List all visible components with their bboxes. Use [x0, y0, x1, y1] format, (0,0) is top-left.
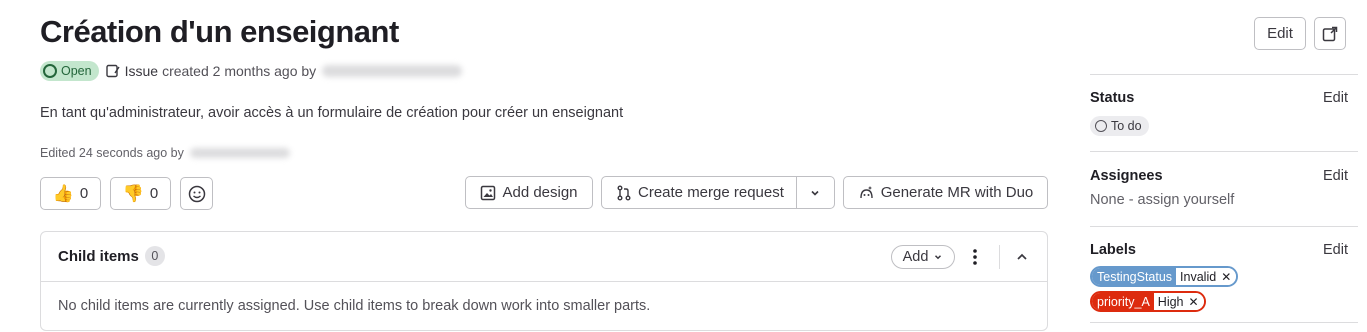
merge-request-split-button: Create merge request — [601, 176, 835, 209]
issue-type-icon — [105, 63, 121, 79]
thumbs-up-count: 0 — [79, 185, 89, 202]
label-value-wrap: Invalid ✕ — [1176, 268, 1237, 285]
vertical-ellipsis-icon — [973, 249, 977, 265]
smiley-icon — [188, 185, 205, 202]
add-design-button[interactable]: Add design — [465, 176, 593, 209]
remove-label-icon[interactable]: ✕ — [1189, 295, 1199, 309]
add-child-item-label: Add — [902, 249, 929, 265]
thumbs-up-button[interactable]: 👍 0 — [40, 177, 101, 210]
assignees-section-title: Assignees — [1090, 168, 1163, 184]
issue-sidebar: Status Edit To do Assignees Edit None - … — [1090, 0, 1358, 332]
edited-text: Edited 24 seconds ago by — [40, 146, 184, 160]
thumbs-down-icon: 👎 — [122, 183, 144, 203]
issue-meta: Open Issue created 2 months ago by — [40, 60, 463, 82]
status-badge-label: Open — [61, 64, 92, 78]
edited-info: Edited 24 seconds ago by — [40, 146, 290, 160]
header-divider — [999, 245, 1000, 269]
issue-description: En tant qu'administrateur, avoir accès à… — [40, 105, 624, 121]
child-items-more-button[interactable] — [967, 246, 983, 268]
label-testing-status[interactable]: TestingStatus Invalid ✕ — [1090, 266, 1239, 287]
add-reaction-button[interactable] — [180, 177, 213, 210]
child-items-title: Child items 0 — [58, 246, 165, 266]
sidebar-divider — [1090, 74, 1358, 75]
assignees-value[interactable]: None - assign yourself — [1090, 192, 1234, 208]
remove-label-icon[interactable]: ✕ — [1221, 270, 1231, 284]
chevron-down-icon — [935, 255, 942, 260]
merge-request-options-dropdown[interactable] — [797, 177, 834, 208]
label-priority[interactable]: priority_A High ✕ — [1090, 291, 1206, 312]
label-value: High — [1157, 294, 1184, 309]
thumbs-up-icon: 👍 — [52, 183, 74, 203]
issue-title: Création d'un enseignant — [40, 14, 399, 49]
status-value-badge[interactable]: To do — [1090, 116, 1149, 136]
thumbs-down-button[interactable]: 👎 0 — [110, 177, 171, 210]
assignees-edit-link[interactable]: Edit — [1323, 168, 1348, 184]
child-items-card: Child items 0 Add No child items are cur… — [40, 231, 1048, 331]
generate-mr-with-duo-button[interactable]: Generate MR with Duo — [843, 176, 1048, 209]
child-items-count: 0 — [144, 246, 165, 266]
sidebar-divider — [1090, 151, 1358, 152]
labels-edit-link[interactable]: Edit — [1323, 242, 1348, 258]
create-merge-request-button[interactable]: Create merge request — [602, 177, 797, 208]
label-value: Invalid — [1180, 269, 1217, 284]
issue-type-label: Issue — [124, 63, 159, 79]
collapse-child-items-button[interactable] — [1011, 246, 1033, 268]
child-items-header: Child items 0 Add — [41, 232, 1047, 282]
create-merge-request-label: Create merge request — [638, 184, 784, 201]
chevron-up-icon — [1017, 253, 1027, 260]
todo-status-icon — [1095, 120, 1107, 132]
author-name-redacted[interactable] — [322, 65, 463, 77]
open-status-icon — [43, 64, 57, 78]
duo-icon — [860, 186, 873, 199]
add-child-item-button[interactable]: Add — [891, 245, 955, 269]
thumbs-down-count: 0 — [149, 185, 159, 202]
child-items-empty-text: No child items are currently assigned. U… — [58, 298, 651, 314]
status-section-title: Status — [1090, 90, 1135, 106]
add-design-label: Add design — [502, 184, 578, 201]
chevron-down-icon — [811, 190, 820, 196]
generate-mr-label: Generate MR with Duo — [880, 184, 1034, 201]
label-key: TestingStatus — [1092, 268, 1177, 285]
editor-name-redacted[interactable] — [189, 148, 290, 158]
status-value: To do — [1111, 119, 1142, 133]
status-badge: Open — [40, 61, 99, 81]
created-text: created 2 months ago by — [162, 63, 317, 79]
status-edit-link[interactable]: Edit — [1323, 90, 1348, 106]
child-items-title-text: Child items — [58, 247, 139, 265]
label-key: priority_A — [1092, 293, 1154, 310]
image-icon — [481, 185, 496, 200]
label-value-wrap: High ✕ — [1153, 293, 1204, 310]
sidebar-divider — [1090, 322, 1358, 323]
merge-request-icon — [617, 185, 631, 200]
sidebar-divider — [1090, 226, 1358, 227]
labels-section-title: Labels — [1090, 242, 1136, 258]
